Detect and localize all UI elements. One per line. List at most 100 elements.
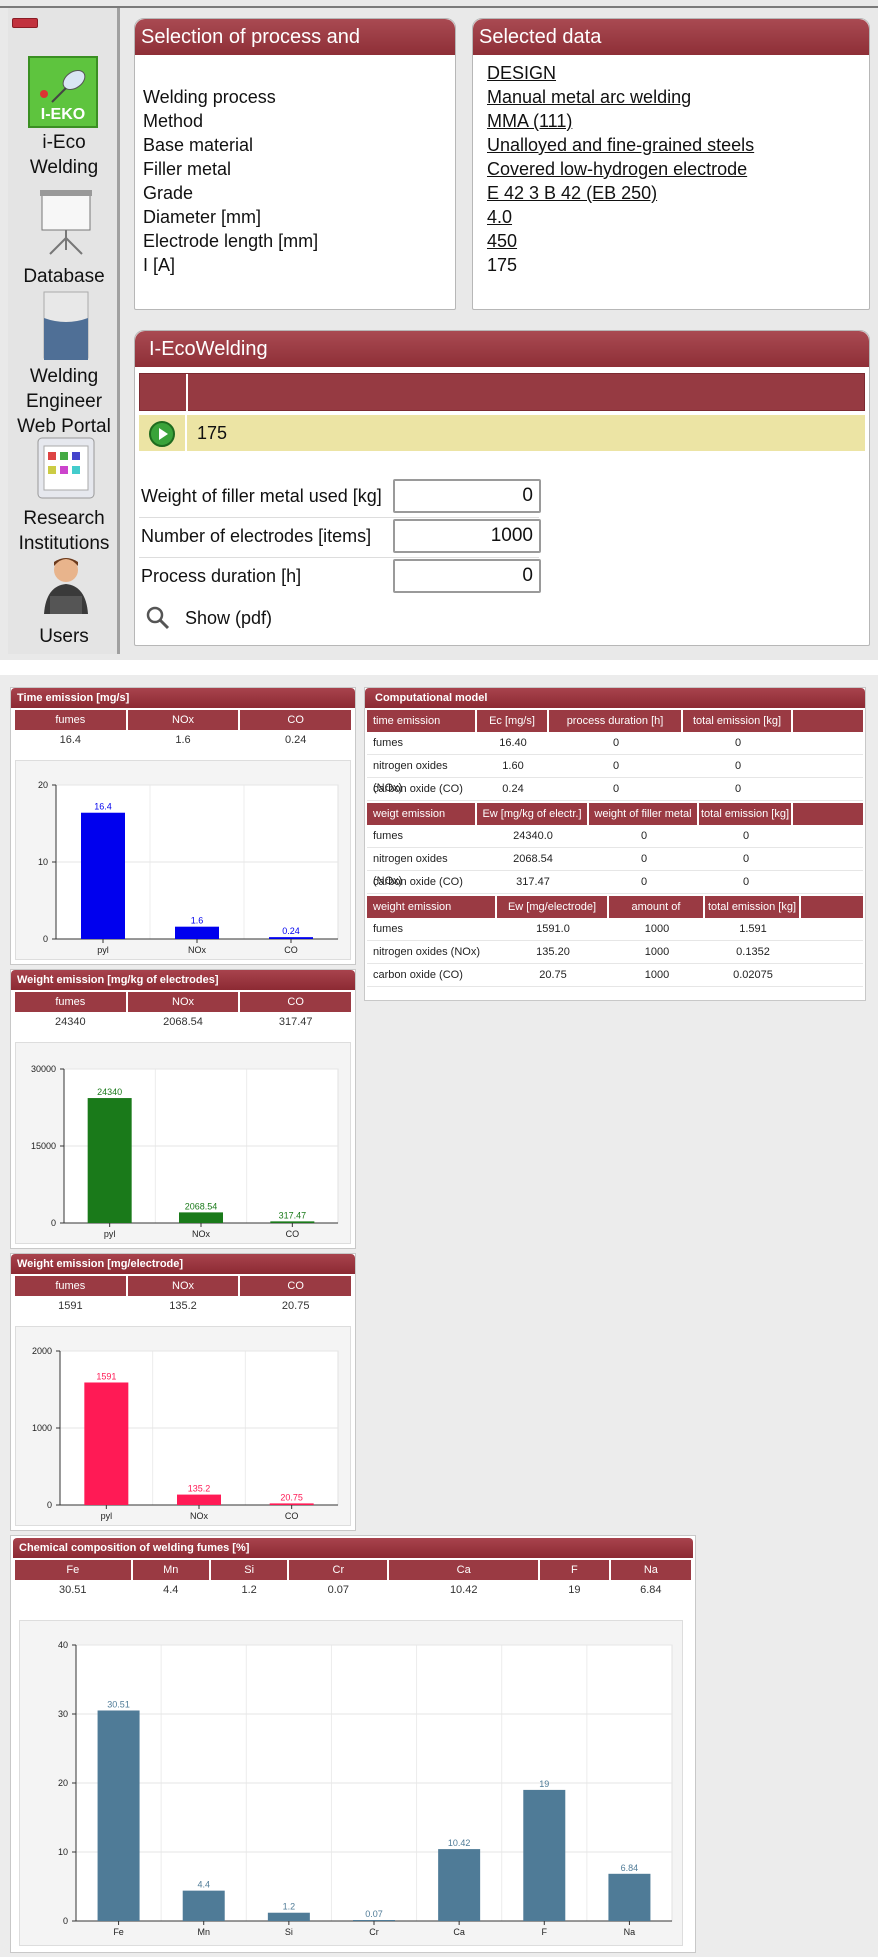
weight-filler-input[interactable]: 0 bbox=[393, 479, 541, 513]
cell-co: 317.47 bbox=[278, 1016, 313, 1028]
value-filler-metal[interactable]: Covered low-hydrogen electrode bbox=[487, 157, 867, 181]
value-method[interactable]: MMA (111) bbox=[487, 109, 867, 133]
computational-row: nitrogen oxides (NOx) 2068.54 0 0 bbox=[367, 848, 863, 887]
computational-cell: 0 bbox=[742, 853, 750, 865]
binder-icon[interactable] bbox=[38, 290, 94, 364]
col-nox: NOx bbox=[128, 992, 241, 1012]
computational-cell: 2068.54 bbox=[513, 853, 553, 865]
bar bbox=[438, 1849, 481, 1921]
computational-header-cell: weigt emission bbox=[367, 803, 477, 825]
play-icon[interactable] bbox=[149, 421, 175, 447]
col-cr: Cr bbox=[289, 1560, 390, 1580]
weight-emission-kg-card: Weight emission [mg/kg of electrodes] fu… bbox=[10, 969, 356, 1249]
computational-cell: 0 bbox=[734, 737, 742, 749]
value-welding-process[interactable]: Manual metal arc welding bbox=[487, 85, 867, 109]
time-emission-title: Time emission [mg/s] bbox=[11, 688, 355, 708]
x-tick-label: Fe bbox=[113, 1927, 124, 1937]
bar-value-label: 0.24 bbox=[282, 926, 300, 936]
sidebar-item-i-eco-welding[interactable]: i-Eco Welding bbox=[8, 130, 120, 180]
computational-cell: 0 bbox=[612, 760, 620, 772]
show-pdf-link[interactable]: Show (pdf) bbox=[145, 603, 345, 633]
col-co: CO bbox=[287, 714, 304, 726]
computational-cell: 1000 bbox=[644, 969, 670, 981]
value-design[interactable]: DESIGN bbox=[487, 61, 867, 85]
sidebar-item-research-institutions[interactable]: Research Institutions bbox=[8, 506, 120, 556]
y-tick-label: 2000 bbox=[32, 1346, 52, 1356]
label-diameter: Diameter [mm] bbox=[143, 207, 262, 227]
user-laptop-icon[interactable] bbox=[38, 554, 94, 618]
computational-section-header: time emission Ec [mg/s] process duration [… bbox=[367, 710, 863, 732]
value-grade[interactable]: E 42 3 B 42 (EB 250) bbox=[487, 181, 867, 205]
col-fumes: fumes bbox=[15, 1276, 128, 1296]
show-pdf-label: Show (pdf) bbox=[185, 608, 273, 628]
label-welding-process: Welding process bbox=[143, 87, 276, 107]
process-duration-input[interactable]: 0 bbox=[393, 559, 541, 593]
bar-value-label: 19 bbox=[539, 1779, 549, 1789]
computational-header-cell: Ew [mg/electrode] bbox=[497, 896, 609, 918]
computational-cell: fumes bbox=[373, 830, 403, 842]
col-fe: Fe bbox=[15, 1560, 133, 1580]
i-eko-logo-icon[interactable]: I-EKO bbox=[28, 56, 98, 128]
cell-co: 0.24 bbox=[284, 734, 307, 746]
col-nox: NOx bbox=[128, 1276, 241, 1296]
label-filler-metal: Filler metal bbox=[143, 159, 232, 179]
electrodes-count-input[interactable]: 1000 bbox=[393, 519, 541, 553]
computational-cell: 1.60 bbox=[502, 760, 524, 772]
sidebar-item-users[interactable]: Users bbox=[8, 624, 120, 649]
chemical-chart: 0 10 20 30 40 30.51 Fe 4.4 Mn 1.2 Si 0.07 Cr 10.42 Ca 1… bbox=[58, 1640, 673, 1937]
top-border bbox=[0, 6, 878, 8]
x-tick-label: Ca bbox=[453, 1927, 465, 1937]
y-tick-label: 40 bbox=[58, 1640, 68, 1650]
x-tick-label: Cr bbox=[369, 1927, 379, 1937]
value-electrode-length[interactable]: 450 bbox=[487, 229, 867, 253]
bar bbox=[84, 1382, 129, 1505]
x-tick-label: Mn bbox=[197, 1927, 210, 1937]
sidebar-item-database[interactable]: Database bbox=[8, 264, 120, 289]
weight-emission-el-card: Weight emission [mg/electrode] fumes NOx… bbox=[10, 1253, 356, 1531]
sidebar-item-welding-engineer-web-portal[interactable]: Welding Engineer Web Portal bbox=[8, 364, 120, 439]
weight-emission-kg-header: fumes NOx CO bbox=[15, 992, 351, 1012]
bar bbox=[177, 1494, 221, 1505]
computational-model-card: Computational model time emission Ec [mg/… bbox=[364, 687, 866, 1001]
computational-cell: carbon oxide (CO) bbox=[373, 876, 463, 888]
computational-row: fumes 24340.0 0 0 bbox=[367, 825, 863, 848]
bar bbox=[97, 1710, 140, 1921]
value-base-material[interactable]: Unalloyed and fine-grained steels bbox=[487, 133, 867, 157]
computational-cell: 0.24 bbox=[502, 783, 524, 795]
bar bbox=[523, 1789, 566, 1921]
computational-cell: nitrogen oxides (NOx) bbox=[373, 853, 448, 887]
bar-value-label: 317.47 bbox=[279, 1210, 307, 1220]
bar bbox=[608, 1873, 651, 1921]
value-diameter[interactable]: 4.0 bbox=[487, 205, 867, 229]
computational-section-header: weigt emission Ew [mg/kg of electr.] weigh… bbox=[367, 803, 863, 842]
i-eko-badge: I-EKO bbox=[40, 106, 86, 123]
x-tick-label: F bbox=[542, 1927, 548, 1937]
bar-value-label: 0.07 bbox=[365, 1909, 383, 1919]
computational-header-cell: Ew [mg/kg of electr.] bbox=[477, 803, 589, 825]
bar bbox=[81, 812, 125, 939]
menu-toggle-icon[interactable] bbox=[12, 18, 38, 28]
spreadsheet-icon[interactable] bbox=[36, 436, 96, 500]
row-divider bbox=[185, 415, 187, 451]
bar bbox=[269, 937, 313, 939]
y-tick-label: 1000 bbox=[32, 1423, 52, 1433]
label-electrode-length: Electrode length [mm] bbox=[143, 231, 319, 251]
bar bbox=[182, 1890, 225, 1921]
divider bbox=[139, 517, 539, 518]
cell-mn: 4.4 bbox=[133, 1580, 211, 1600]
computational-row: carbon oxide (CO) 0.24 0 0 bbox=[367, 778, 863, 801]
cell-fumes: 16.4 bbox=[15, 730, 128, 750]
eco-welding-title: I-EcoWelding bbox=[135, 331, 869, 367]
chemical-composition-card: Chemical composition of welding fumes [%… bbox=[10, 1535, 696, 1953]
computational-row: nitrogen oxides (NOx) 135.20 1000 0.1352 bbox=[367, 941, 863, 964]
selected-data-title: Selected data bbox=[473, 19, 869, 55]
x-tick-label: CO bbox=[285, 1511, 299, 1521]
computational-cell: fumes bbox=[373, 923, 403, 935]
projector-screen-icon[interactable] bbox=[38, 188, 94, 258]
y-tick-label: 0 bbox=[47, 1500, 52, 1510]
col-si: Si bbox=[211, 1560, 290, 1580]
x-tick-label: CO bbox=[286, 1229, 300, 1239]
current-value: 175 bbox=[197, 423, 228, 443]
y-tick-label: 20 bbox=[58, 1778, 68, 1788]
weight-emission-el-values: 1591 135.2 20.75 bbox=[15, 1296, 351, 1316]
